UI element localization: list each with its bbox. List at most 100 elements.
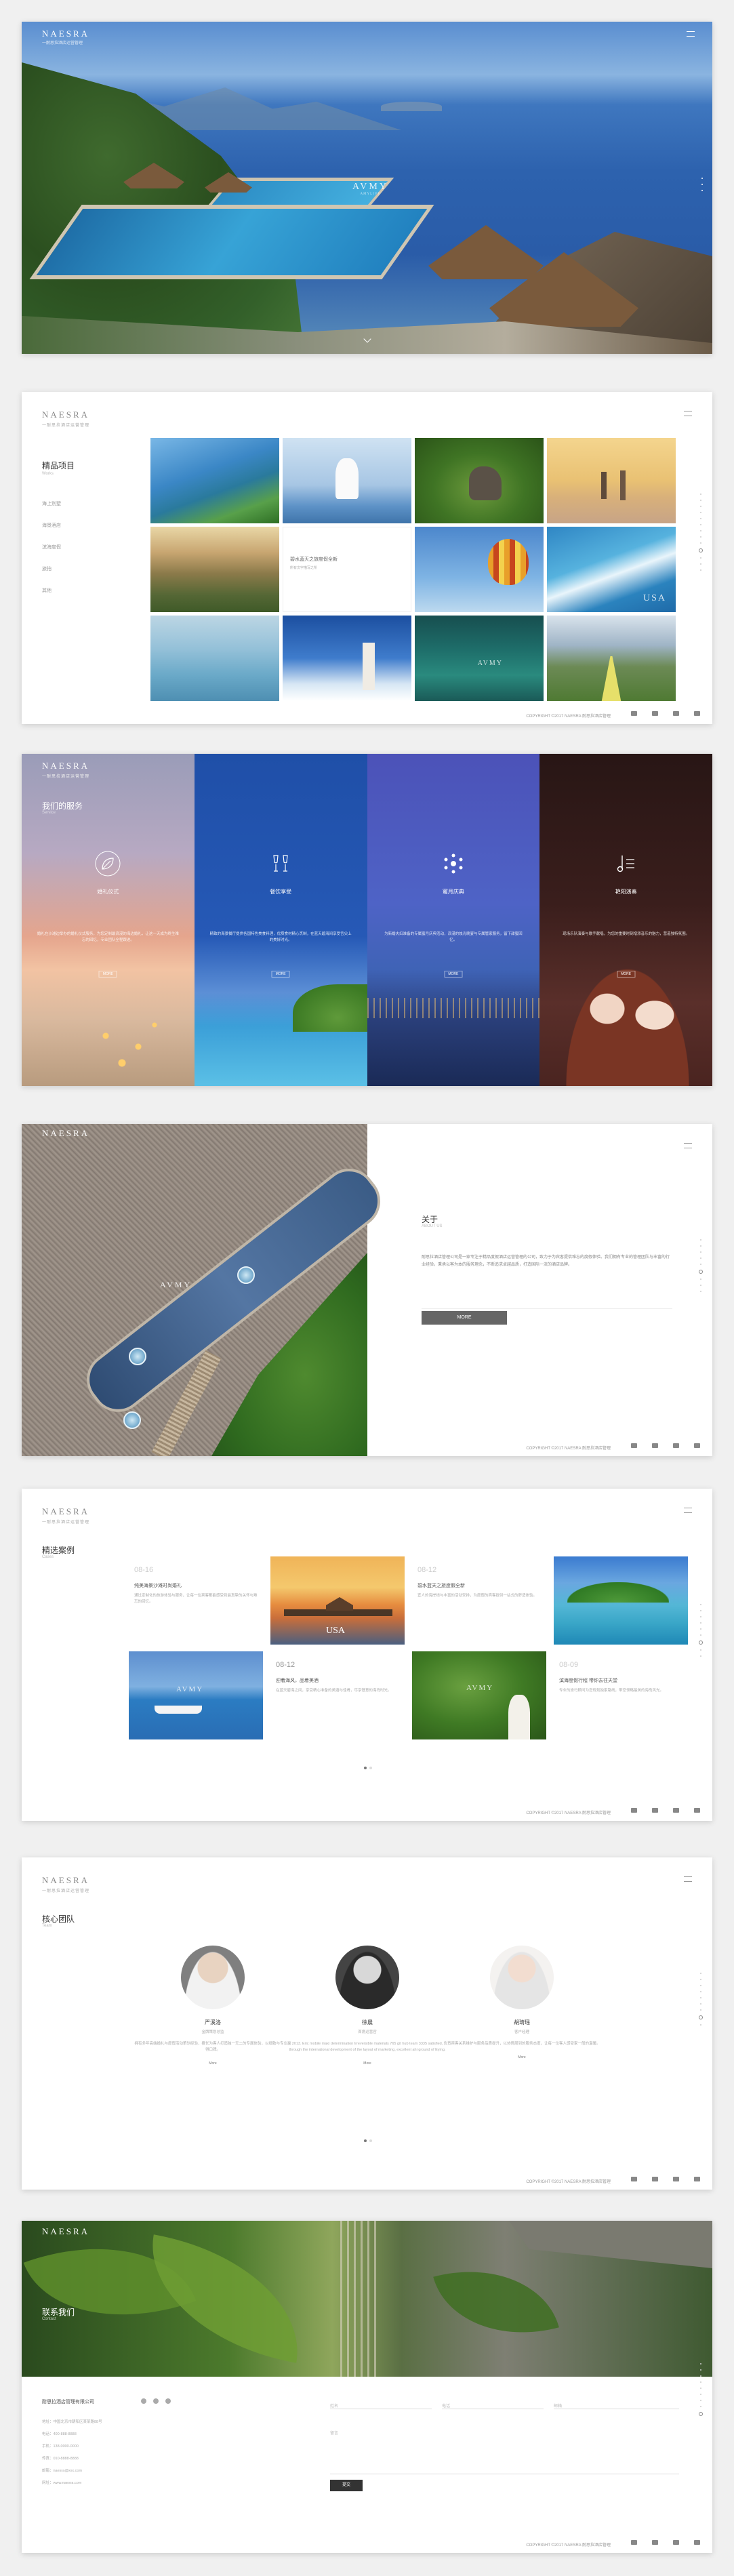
section-dot[interactable] xyxy=(700,1997,701,1998)
section-dot[interactable] xyxy=(700,1649,701,1651)
page-dot-active[interactable] xyxy=(364,2139,367,2142)
wechat-icon[interactable] xyxy=(631,1808,637,1813)
section-dot[interactable] xyxy=(700,530,701,531)
weibo-icon[interactable] xyxy=(652,1808,658,1813)
page-dot-active[interactable] xyxy=(364,1767,367,1769)
project-tile[interactable] xyxy=(150,438,279,523)
section-dot[interactable] xyxy=(700,518,701,519)
wechat-icon[interactable] xyxy=(631,2177,637,2181)
service-more-button[interactable]: MORE xyxy=(271,971,290,978)
project-tile[interactable]: AVMY xyxy=(415,616,544,701)
section-dot[interactable] xyxy=(700,1604,701,1605)
case-image[interactable]: AVMY xyxy=(129,1651,263,1739)
section-dot[interactable] xyxy=(700,536,701,538)
section-dot[interactable] xyxy=(700,1257,701,1259)
section-dot[interactable] xyxy=(700,1991,701,1992)
section-dot[interactable] xyxy=(700,1979,701,1980)
phone-icon[interactable] xyxy=(673,711,679,716)
case-card[interactable]: 08-12 碧水蓝天之旅度假全新 宜人的海岸线与丰富的活动安排，为度假的宾客提供… xyxy=(412,1556,546,1645)
section-dot[interactable] xyxy=(701,178,703,179)
service-more-button[interactable]: MORE xyxy=(98,971,117,978)
service-card[interactable]: 餐饮享受 精致的海景餐厅提供各国特色美食料理，优质食材精心烹制，在蓝天碧海间享受… xyxy=(194,754,367,1086)
message-icon[interactable] xyxy=(694,2177,700,2181)
section-dot[interactable] xyxy=(700,2363,701,2364)
email-field[interactable]: 邮箱 xyxy=(554,2398,679,2409)
brand-logo[interactable]: NAESRA 一耐思拉酒店运营管理 xyxy=(42,28,89,45)
member-more-link[interactable]: More xyxy=(441,2055,603,2059)
team-member[interactable]: 严溪洛 金牌策划总监 拥有多年高端婚礼与度假活动策划经验，擅长为客人打造独一无二… xyxy=(131,1946,294,2066)
menu-icon[interactable] xyxy=(684,1143,692,1148)
category-item[interactable]: 旅拍 xyxy=(42,565,61,572)
section-dot[interactable] xyxy=(701,190,703,191)
service-more-button[interactable]: MORE xyxy=(617,971,636,978)
project-tile[interactable] xyxy=(150,527,279,612)
wechat-icon[interactable] xyxy=(141,2398,146,2404)
team-member[interactable]: 徐晨 首席运营官 2013. Eric mobile maxi determin… xyxy=(286,1946,449,2066)
brand-logo[interactable]: NAESRA 一耐思拉酒店运营管理 xyxy=(42,761,89,779)
menu-icon[interactable] xyxy=(684,1876,692,1882)
section-dot[interactable] xyxy=(700,2400,701,2401)
service-more-button[interactable]: MORE xyxy=(444,971,463,978)
section-dot[interactable] xyxy=(701,184,703,185)
weibo-icon[interactable] xyxy=(153,2398,159,2404)
section-dot[interactable] xyxy=(700,1610,701,1611)
weibo-icon[interactable] xyxy=(652,2540,658,2545)
case-card[interactable]: 08-16 纯美海景沙滩时尚婚礼 通过定制化的旅游体验与服务，让每一位宾客都能感… xyxy=(129,1556,263,1645)
section-dot[interactable] xyxy=(700,2024,701,2026)
brand-logo[interactable]: NAESRA 一耐思拉酒店运营管理 xyxy=(42,1875,89,1893)
project-tile[interactable] xyxy=(547,438,676,523)
section-dot[interactable] xyxy=(700,1985,701,1986)
section-dot[interactable] xyxy=(700,1973,701,1974)
section-dot-active[interactable] xyxy=(699,548,703,552)
section-dot[interactable] xyxy=(700,2388,701,2389)
section-dot[interactable] xyxy=(700,1239,701,1241)
weibo-icon[interactable] xyxy=(652,1443,658,1448)
page-dot[interactable] xyxy=(369,2139,372,2142)
section-dot[interactable] xyxy=(700,2003,701,2005)
menu-icon[interactable] xyxy=(684,1508,692,1513)
section-dot[interactable] xyxy=(700,557,701,559)
phone-icon[interactable] xyxy=(673,2177,679,2181)
brand-logo[interactable]: NAESRA xyxy=(42,1128,89,1139)
section-dot-active[interactable] xyxy=(699,1641,703,1645)
section-dot-active[interactable] xyxy=(699,1270,703,1274)
more-button[interactable]: MORE xyxy=(422,1311,507,1325)
project-tile[interactable] xyxy=(283,616,411,701)
category-item[interactable]: 海景酒店 xyxy=(42,522,61,529)
case-image[interactable] xyxy=(554,1556,688,1645)
phone-icon[interactable] xyxy=(673,2540,679,2545)
project-tile[interactable] xyxy=(547,616,676,701)
case-card[interactable]: 08-09 滨海度假行程 带你去往天堂 专业的旅行顾问为您规划独家路线，带您领略… xyxy=(554,1651,688,1739)
section-dot[interactable] xyxy=(700,1655,701,1657)
section-dot[interactable] xyxy=(700,563,701,565)
case-image[interactable]: AVMY xyxy=(412,1651,546,1739)
section-dot[interactable] xyxy=(700,542,701,544)
message-icon[interactable] xyxy=(694,1808,700,1813)
section-dot[interactable] xyxy=(700,2009,701,2011)
section-dot[interactable] xyxy=(700,2375,701,2377)
section-dot[interactable] xyxy=(700,500,701,501)
team-member[interactable]: 胡琦瑶 客户经理 负责宾客关系维护与服务品质提升，以热情周到的服务态度，让每一位… xyxy=(441,1946,603,2059)
name-field[interactable]: 姓名 xyxy=(330,2398,432,2409)
brand-logo[interactable]: NAESRA 一耐思拉酒店运营管理 xyxy=(42,409,89,428)
section-dot[interactable] xyxy=(700,1291,701,1292)
weibo-icon[interactable] xyxy=(652,711,658,716)
phone-icon[interactable] xyxy=(673,1443,679,1448)
wechat-icon[interactable] xyxy=(631,711,637,716)
service-card[interactable]: 艳阳演奏 现场乐队演奏与歌手献唱，为您的重要时刻增添音乐的魅力，营造独特氛围。 … xyxy=(539,754,712,1086)
section-dot[interactable] xyxy=(700,1245,701,1247)
case-image[interactable]: USA xyxy=(270,1556,405,1645)
section-dot[interactable] xyxy=(700,1264,701,1265)
project-tile[interactable] xyxy=(415,438,544,523)
page-dot[interactable] xyxy=(369,1767,372,1769)
project-tile[interactable] xyxy=(415,527,544,612)
section-dot[interactable] xyxy=(700,1622,701,1624)
section-dot[interactable] xyxy=(700,2369,701,2371)
message-icon[interactable] xyxy=(694,1443,700,1448)
phone-icon[interactable] xyxy=(673,1808,679,1813)
section-dot[interactable] xyxy=(700,1251,701,1253)
section-dot[interactable] xyxy=(700,2394,701,2395)
section-dot[interactable] xyxy=(700,1279,701,1280)
category-item[interactable]: 其他 xyxy=(42,587,61,594)
member-more-link[interactable]: More xyxy=(286,2061,449,2066)
